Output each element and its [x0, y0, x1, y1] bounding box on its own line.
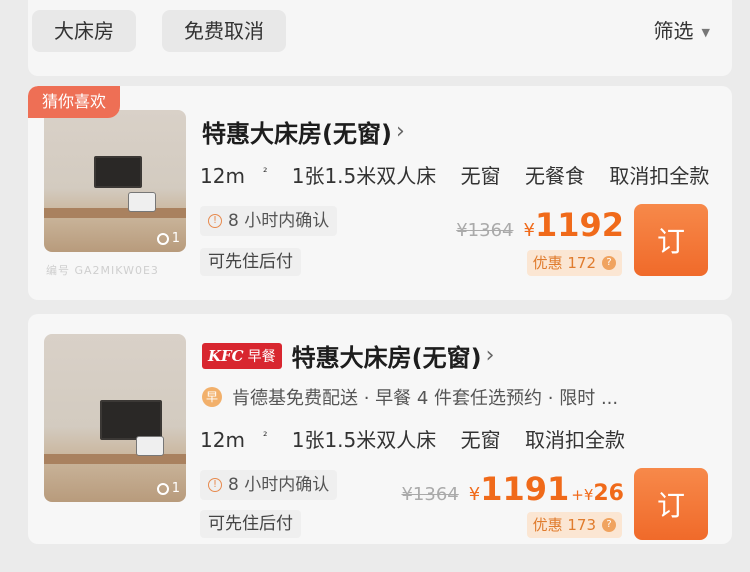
price-block: ¥1364 ¥ 1191 +¥26 — [401, 470, 624, 508]
filter-bar: 大床房 免费取消 筛选 ▼ — [28, 0, 732, 76]
confirm-time-text: 8 小时内确认 — [228, 475, 330, 495]
currency-symbol: ¥ — [468, 484, 481, 505]
info-icon: ? — [602, 256, 616, 270]
photo-count: 1 — [156, 231, 180, 246]
pay-later-badge: 可先住后付 — [200, 510, 301, 538]
price-block: ¥1364 ¥ 1192 — [456, 206, 624, 244]
chevron-down-icon: ▼ — [701, 25, 710, 39]
room-title[interactable]: 特惠大床房(无窗) › — [202, 114, 405, 149]
room-facts: 12m ² 1张1.5米双人床 无窗 无餐食 取消扣全款 — [200, 160, 727, 189]
chevron-right-icon: › — [485, 343, 495, 368]
currency-symbol: ¥ — [523, 220, 535, 241]
promo-text: 肯德基免费配送 · 早餐 4 件套任选预约 · 限时 ... — [232, 388, 619, 409]
meal-info: 无餐食 — [524, 164, 585, 188]
current-price: 1192 — [534, 206, 624, 244]
filter-chip-big-bed[interactable]: 大床房 — [32, 10, 136, 52]
room-title-text: 特惠大床房(无窗) — [291, 344, 482, 372]
discount-badge[interactable]: 优惠 172 ? — [526, 250, 622, 276]
discount-text: 优惠 172 — [532, 254, 596, 272]
photo-count-value: 1 — [171, 481, 180, 496]
appliance-shape — [136, 436, 164, 456]
tv-shape — [94, 156, 142, 188]
current-price: 1191 — [480, 470, 570, 508]
original-price: ¥1364 — [456, 220, 514, 241]
photo-watermark: 编号 GA2MIKW0E3 — [46, 264, 159, 277]
tv-shape — [100, 400, 162, 440]
kfc-breakfast-badge: KFC 早餐 — [202, 342, 282, 369]
desk-shape — [44, 208, 186, 218]
confirm-time-badge: ! 8 小时内确认 — [200, 206, 338, 236]
photo-count-value: 1 — [171, 231, 180, 246]
kfc-meal-label: 早餐 — [247, 348, 276, 365]
desk-shape — [44, 454, 186, 464]
pay-later-badge: 可先住后付 — [200, 248, 301, 276]
recommend-tag: 猜你喜欢 — [28, 86, 121, 118]
book-button[interactable]: 订 — [634, 468, 708, 540]
info-icon: ? — [602, 518, 616, 532]
original-price: ¥1364 — [401, 484, 459, 505]
filter-label: 筛选 — [653, 19, 694, 43]
kfc-logo: KFC — [208, 346, 244, 365]
window-info: 无窗 — [460, 164, 501, 188]
confirm-time-text: 8 小时内确认 — [228, 211, 330, 231]
chevron-right-icon: › — [395, 119, 405, 144]
filter-chip-free-cancel[interactable]: 免费取消 — [162, 10, 286, 52]
window-info: 无窗 — [460, 428, 501, 452]
cancel-policy: 取消扣全款 — [609, 164, 710, 188]
photo-count: 1 — [156, 481, 180, 496]
addon-price: +¥26 — [571, 481, 624, 506]
room-area: 12m ² — [200, 164, 268, 188]
room-title-text: 特惠大床房(无窗) — [202, 120, 392, 148]
room-photo[interactable]: 1 — [44, 110, 186, 252]
bed-info: 1张1.5米双人床 — [291, 164, 437, 188]
camera-icon — [156, 232, 169, 245]
appliance-shape — [128, 192, 156, 212]
room-area: 12m ² — [200, 428, 268, 452]
discount-text: 优惠 173 — [532, 516, 596, 534]
filter-button[interactable]: 筛选 ▼ — [654, 10, 710, 52]
room-photo[interactable]: 1 — [44, 334, 186, 502]
discount-badge[interactable]: 优惠 173 ? — [526, 512, 622, 538]
room-title[interactable]: KFC 早餐 特惠大床房(无窗) › — [202, 338, 494, 373]
bed-info: 1张1.5米双人床 — [291, 428, 437, 452]
breakfast-promo[interactable]: 早 肯德基免费配送 · 早餐 4 件套任选预约 · 限时 ... — [202, 384, 618, 410]
breakfast-icon: 早 — [202, 387, 222, 407]
room-card[interactable]: 猜你喜欢 1 编号 GA2MIKW0E3 特惠大床房(无窗) › 12m ² 1张… — [28, 86, 732, 300]
room-card[interactable]: 1 KFC 早餐 特惠大床房(无窗) › 早 肯德基免费配送 · 早餐 4 件套… — [28, 314, 732, 544]
cancel-policy: 取消扣全款 — [524, 428, 625, 452]
clock-alert-icon: ! — [208, 478, 222, 492]
book-button[interactable]: 订 — [634, 204, 708, 276]
clock-alert-icon: ! — [208, 214, 222, 228]
camera-icon — [156, 482, 169, 495]
room-facts: 12m ² 1张1.5米双人床 无窗 取消扣全款 — [200, 424, 643, 453]
confirm-time-badge: ! 8 小时内确认 — [200, 470, 338, 500]
